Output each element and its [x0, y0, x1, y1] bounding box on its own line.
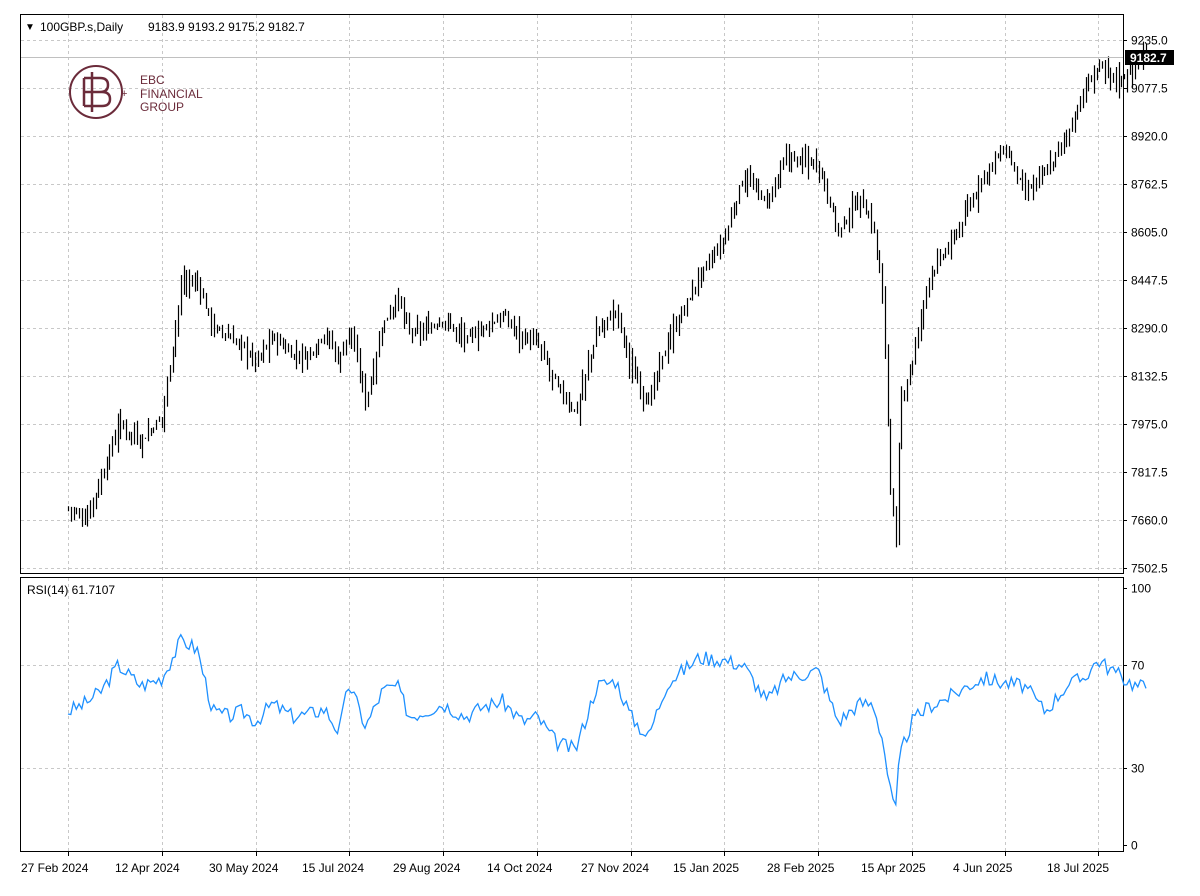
time-tick-label: 30 May 2024 [209, 861, 279, 875]
price-tick-label: 8447.5 [1131, 274, 1168, 288]
price-tick-label: 7502.5 [1131, 562, 1168, 576]
rsi-tick-label: 30 [1131, 762, 1145, 776]
price-tick-label: 7817.5 [1131, 466, 1168, 480]
rsi-tick-label: 0 [1131, 839, 1138, 853]
logo-text-line3: GROUP [140, 100, 184, 114]
price-tick-label: 9235.0 [1131, 34, 1168, 48]
rsi-panel[interactable] [20, 577, 1124, 852]
time-tick-label: 28 Feb 2025 [767, 861, 835, 875]
time-tick-label: 15 Jan 2025 [673, 861, 739, 875]
current-price-label: 9182.7 [1130, 51, 1167, 65]
time-tick-label: 18 Jul 2025 [1047, 861, 1109, 875]
price-tick-label: 8605.0 [1131, 226, 1168, 240]
time-tick-label: 27 Feb 2024 [21, 861, 89, 875]
time-tick-label: 27 Nov 2024 [581, 861, 649, 875]
price-axis: 9235.0 9077.5 8920.0 8762.5 8605.0 8447.5 8290… [1123, 34, 1168, 576]
trading-chart[interactable]: 9235.0 9077.5 8920.0 8762.5 8605.0 8447.5 8290… [0, 0, 1200, 896]
time-tick-label: 14 Oct 2024 [487, 861, 553, 875]
time-tick-label: 15 Apr 2025 [861, 861, 926, 875]
time-axis: 27 Feb 2024 12 Apr 2024 30 May 2024 15 Jul … [21, 851, 1109, 875]
price-tick-label: 9077.5 [1131, 82, 1168, 96]
price-tick-label: 8290.0 [1131, 322, 1168, 336]
rsi-tick-label: 70 [1131, 659, 1145, 673]
price-tick-label: 8132.5 [1131, 370, 1168, 384]
logo-plus-icon: + [121, 88, 127, 100]
time-tick-label: 15 Jul 2024 [302, 861, 364, 875]
price-tick-label: 7660.0 [1131, 514, 1168, 528]
rsi-title: RSI(14) 61.7107 [27, 583, 115, 597]
logo-text-line1: EBC [140, 73, 165, 87]
rsi-tick-label: 100 [1131, 582, 1151, 596]
price-tick-label: 8762.5 [1131, 178, 1168, 192]
time-tick-label: 4 Jun 2025 [953, 861, 1013, 875]
rsi-axis: 100 70 30 0 [1123, 582, 1151, 853]
symbol-title: 100GBP.s,Daily [40, 20, 123, 34]
time-tick-label: 29 Aug 2024 [393, 861, 461, 875]
logo-text-line2: FINANCIAL [140, 87, 203, 101]
time-tick-label: 12 Apr 2024 [115, 861, 180, 875]
price-tick-label: 7975.0 [1131, 418, 1168, 432]
ohlc-values: 9183.9 9193.2 9175.2 9182.7 [148, 20, 305, 34]
price-tick-label: 8920.0 [1131, 130, 1168, 144]
dropdown-arrow-icon[interactable]: ▼ [25, 22, 35, 33]
